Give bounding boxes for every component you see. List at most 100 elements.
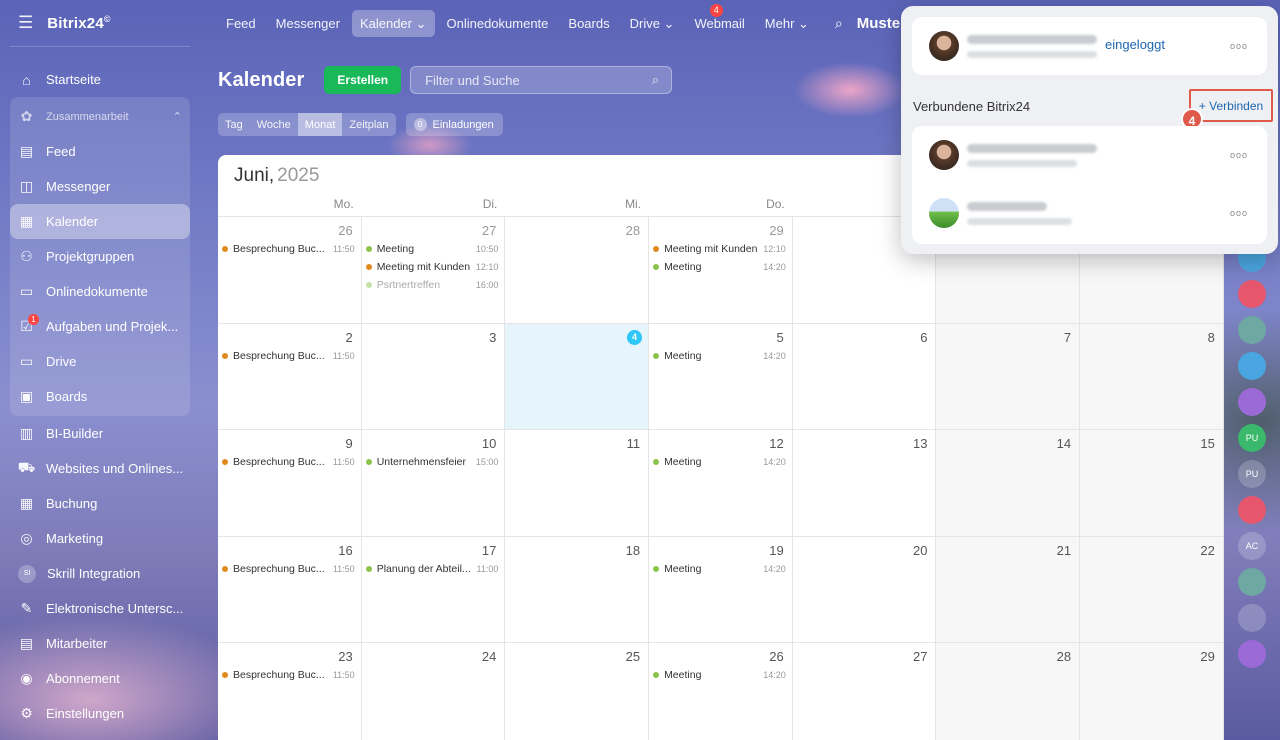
calendar-event[interactable]: Unternehmensfeier 15:00 — [365, 453, 498, 471]
sidebar-item-kalender[interactable]: ▦ Kalender — [10, 204, 190, 239]
more-icon[interactable]: ooo — [1230, 41, 1248, 51]
calendar-day[interactable]: 21 — [936, 536, 1081, 642]
calendar-day[interactable]: 15 — [1080, 430, 1224, 536]
top-nav-feed[interactable]: Feed — [218, 10, 264, 37]
more-icon[interactable]: ooo — [1230, 150, 1248, 160]
calendar-day[interactable]: 8 — [1080, 323, 1224, 429]
search-icon[interactable]: ⌕ — [835, 15, 843, 32]
rail-avatar[interactable] — [1238, 604, 1266, 632]
sidebar-item-marketing[interactable]: ◎ Marketing — [10, 521, 190, 556]
calendar-day[interactable]: 14 — [936, 430, 1081, 536]
calendar-day[interactable]: 23 Besprechung Buc... 11:50 — [218, 643, 362, 740]
user-name[interactable]: Muster — [857, 15, 906, 32]
calendar-day[interactable]: 29 — [1080, 643, 1224, 740]
calendar-day[interactable]: 25 — [505, 643, 650, 740]
calendar-event[interactable]: Meeting 14:20 — [653, 560, 786, 578]
calendar-event[interactable]: Besprechung Buc... 11:50 — [222, 347, 355, 365]
calendar-day[interactable]: 17 Planung der Abteil... 11:00 — [362, 536, 506, 642]
calendar-day[interactable]: 13 — [793, 430, 937, 536]
menu-icon[interactable]: ☰ — [18, 13, 33, 33]
sidebar-item-messenger[interactable]: ◫ Messenger — [10, 169, 190, 204]
sidebar-item-zusammenarbeit[interactable]: ✿ Zusammenarbeit ⌃ — [10, 99, 190, 134]
calendar-event[interactable]: Meeting 14:20 — [653, 453, 786, 471]
calendar-day[interactable]: 24 — [362, 643, 506, 740]
sidebar-item-aufgaben-und-projek[interactable]: ☑ 1 Aufgaben und Projek... — [10, 309, 190, 344]
tab-woche[interactable]: Woche — [250, 113, 298, 136]
calendar-day[interactable]: 28 — [936, 643, 1081, 740]
calendar-day[interactable]: 4 — [505, 323, 650, 429]
top-nav-onlinedokumente[interactable]: Onlinedokumente — [439, 10, 557, 37]
calendar-day[interactable]: 16 Besprechung Buc... 11:50 — [218, 536, 362, 642]
calendar-event[interactable]: Besprechung Buc... 11:50 — [222, 666, 355, 684]
top-nav-drive[interactable]: Drive ⌄ — [622, 10, 683, 37]
calendar-day[interactable]: 29 Meeting mit Kunden 12:10 Meeting 14:20 — [649, 217, 793, 323]
calendar-event[interactable]: Meeting mit Kunden 12:10 — [365, 258, 498, 276]
calendar-day[interactable]: 2 Besprechung Buc... 11:50 — [218, 323, 362, 429]
calendar-event[interactable]: Meeting 14:20 — [653, 666, 786, 684]
more-icon[interactable]: ooo — [1230, 208, 1248, 218]
rail-avatar[interactable] — [1238, 316, 1266, 344]
rail-avatar[interactable] — [1238, 352, 1266, 380]
invitations-button[interactable]: 0 Einladungen — [405, 113, 503, 136]
calendar-day[interactable]: 10 Unternehmensfeier 15:00 — [362, 430, 506, 536]
rail-avatar[interactable] — [1238, 496, 1266, 524]
rail-avatar[interactable] — [1238, 568, 1266, 596]
top-nav-boards[interactable]: Boards — [560, 10, 617, 37]
calendar-day[interactable]: 6 — [793, 323, 937, 429]
rail-avatar[interactable] — [1238, 640, 1266, 668]
calendar-event[interactable]: Planung der Abteil... 11:00 — [365, 560, 498, 578]
calendar-day[interactable]: 11 — [505, 430, 650, 536]
calendar-day[interactable]: 12 Meeting 14:20 — [649, 430, 793, 536]
current-account-card[interactable]: eingeloggt ooo — [912, 17, 1267, 75]
calendar-event[interactable]: Meeting 10:50 — [365, 240, 498, 258]
rail-avatar[interactable]: AC — [1238, 532, 1266, 560]
chevron-up-icon[interactable]: ⌃ — [173, 110, 182, 123]
create-button[interactable]: Erstellen — [324, 66, 402, 94]
tab-monat[interactable]: Monat — [297, 113, 343, 136]
calendar-event[interactable]: Meeting 14:20 — [653, 258, 786, 276]
calendar-event[interactable]: Besprechung Buc... 11:50 — [222, 240, 355, 258]
sidebar-item-buchung[interactable]: ▦ Buchung — [10, 486, 190, 521]
calendar-day[interactable]: 19 Meeting 14:20 — [649, 536, 793, 642]
top-nav-mehr[interactable]: Mehr ⌄ — [757, 10, 817, 37]
calendar-day[interactable]: 27 Meeting 10:50 Meeting mit Kunden 12:10 Psr… — [362, 217, 506, 323]
calendar-day[interactable]: 20 — [793, 536, 937, 642]
rail-avatar[interactable] — [1238, 388, 1266, 416]
sidebar-item-elektronische-untersc[interactable]: ✎ Elektronische Untersc... — [10, 591, 190, 626]
search-input[interactable]: Filter und Suche ⌕ — [410, 66, 673, 94]
calendar-event[interactable]: Besprechung Buc... 11:50 — [222, 560, 355, 578]
calendar-day[interactable]: 26 Meeting 14:20 — [649, 643, 793, 740]
sidebar-item-projektgruppen[interactable]: ⚇ Projektgruppen — [10, 239, 190, 274]
calendar-event[interactable]: Meeting 14:20 — [653, 347, 786, 365]
calendar-day[interactable]: 5 Meeting 14:20 — [649, 323, 793, 429]
tab-zeitplan[interactable]: Zeitplan — [342, 113, 395, 136]
calendar-day[interactable]: 28 — [505, 217, 650, 323]
rail-avatar[interactable]: PU — [1238, 424, 1266, 452]
top-nav-kalender[interactable]: Kalender ⌄ — [351, 10, 435, 37]
calendar-event[interactable]: Besprechung Buc... 11:50 — [222, 453, 355, 471]
sidebar-item-websites-und-onlines[interactable]: ⛟ Websites und Onlines... — [10, 451, 190, 486]
sidebar-item-skrill-integration[interactable]: SI Skrill Integration — [10, 556, 190, 591]
sidebar-item-startseite[interactable]: ⌂ Startseite — [10, 62, 190, 97]
tab-tag[interactable]: Tag — [218, 113, 250, 136]
rail-avatar[interactable] — [1238, 280, 1266, 308]
top-nav-webmail[interactable]: Webmail 4 — [686, 4, 752, 37]
calendar-day[interactable]: 9 Besprechung Buc... 11:50 — [218, 430, 362, 536]
sidebar-item-bi-builder[interactable]: ▥ BI-Builder — [10, 416, 190, 451]
calendar-event[interactable]: Psrtnertreffen 16:00 — [365, 276, 498, 294]
sidebar-item-mitarbeiter[interactable]: ▤ Mitarbeiter — [10, 626, 190, 661]
sidebar-item-onlinedokumente[interactable]: ▭ Onlinedokumente — [10, 274, 190, 309]
rail-avatar[interactable]: PU — [1238, 460, 1266, 488]
calendar-day[interactable]: 18 — [505, 536, 650, 642]
app-logo[interactable]: Bitrix24© — [47, 14, 110, 32]
sidebar-item-abonnement[interactable]: ◉ Abonnement — [10, 661, 190, 696]
calendar-day[interactable]: 3 — [362, 323, 506, 429]
calendar-day[interactable]: 7 — [936, 323, 1081, 429]
sidebar-item-drive[interactable]: ▭ Drive — [10, 344, 190, 379]
top-nav-messenger[interactable]: Messenger — [268, 10, 348, 37]
calendar-day[interactable]: 27 — [793, 643, 937, 740]
sidebar-item-boards[interactable]: ▣ Boards — [10, 379, 190, 414]
sidebar-item-einstellungen[interactable]: ⚙ Einstellungen — [10, 696, 190, 731]
calendar-day[interactable]: 22 — [1080, 536, 1224, 642]
sidebar-item-feed[interactable]: ▤ Feed — [10, 134, 190, 169]
